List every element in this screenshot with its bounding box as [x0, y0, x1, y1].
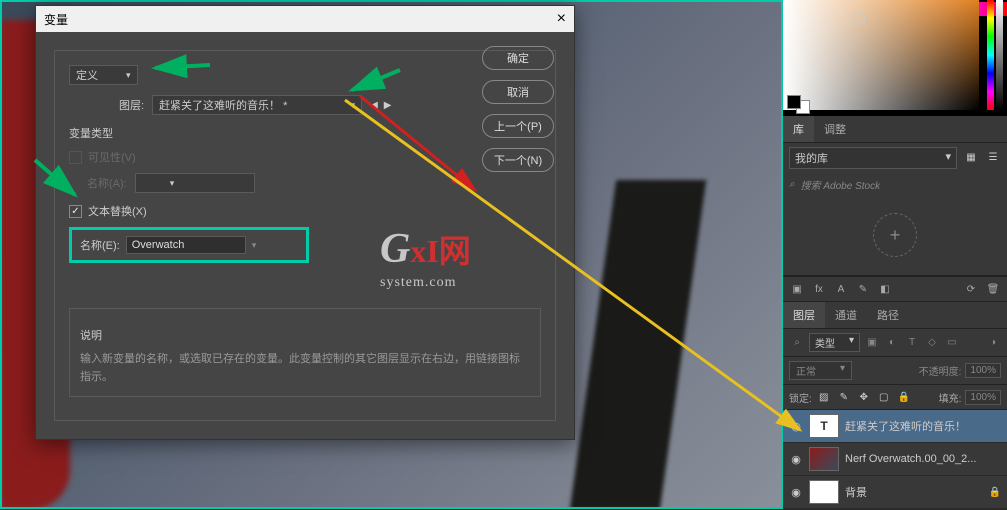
chevron-down-icon: ▾	[351, 100, 356, 111]
dialog-titlebar: 变量 ×	[36, 6, 574, 32]
name-e-label: 名称(E):	[80, 237, 120, 253]
filter-adjust-icon[interactable]: ◐	[884, 335, 900, 351]
layer-name: Nerf Overwatch.00_00_2...	[845, 453, 976, 465]
search-placeholder[interactable]: 搜索 Adobe Stock	[801, 177, 880, 192]
layer-item-text[interactable]: ◉ T 赶紧关了这难听的音乐！	[783, 410, 1007, 443]
chevron-down-icon: ▾	[945, 150, 951, 166]
opacity-value[interactable]: 100%	[965, 363, 1001, 378]
tab-channels[interactable]: 通道	[825, 302, 867, 328]
hue-slider[interactable]	[987, 0, 994, 110]
chevron-down-icon: ▾	[126, 70, 131, 81]
tab-paths[interactable]: 路径	[867, 302, 909, 328]
layer-item-video[interactable]: ◉ Nerf Overwatch.00_00_2...	[783, 443, 1007, 476]
eye-icon[interactable]: ◉	[789, 420, 803, 433]
filter-kind-dropdown[interactable]: 类型▾	[809, 333, 860, 352]
chevron-down-icon[interactable]: ▾	[252, 240, 257, 251]
fill-label: 填充:	[939, 390, 962, 405]
text-style-icon[interactable]: A	[833, 281, 849, 297]
lock-all-icon[interactable]: 🔒	[896, 389, 912, 405]
lock-artboard-icon[interactable]: ▢	[876, 389, 892, 405]
description-title: 说明	[80, 327, 530, 343]
right-panel: 库 调整 我的库 ▾ ▦ ☰ ⌕ 搜索 Adobe Stock + ▣ fx A…	[783, 0, 1007, 509]
lock-position-icon[interactable]: ✥	[856, 389, 872, 405]
color-sample-ring[interactable]	[853, 12, 865, 24]
layer-name: 背景	[845, 484, 867, 500]
filter-image-icon[interactable]: ▣	[864, 335, 880, 351]
define-label: 定义	[76, 67, 98, 83]
prev-arrow-icon[interactable]: ◀	[370, 100, 378, 111]
brush-icon[interactable]: ✎	[855, 281, 871, 297]
variable-type-label: 变量类型	[69, 125, 541, 141]
image-icon[interactable]: ▣	[789, 281, 805, 297]
filter-smart-icon[interactable]: ▭	[944, 335, 960, 351]
lock-icon: 🔒	[989, 487, 1001, 498]
tab-adjustments[interactable]: 调整	[814, 116, 856, 142]
visibility-checkbox[interactable]: 可见性(V)	[69, 149, 541, 165]
filter-toggle-icon[interactable]: ◑	[985, 335, 1001, 351]
layer-thumb-text: T	[809, 414, 839, 438]
prev-button[interactable]: 上一个(P)	[482, 114, 554, 138]
layer-thumb-image	[809, 447, 839, 471]
ok-button[interactable]: 确定	[482, 46, 554, 70]
tab-library[interactable]: 库	[783, 116, 814, 142]
name-a-dropdown: ▾	[135, 173, 255, 193]
value-slider[interactable]	[996, 0, 1003, 110]
layer-item-background[interactable]: ◉ 背景 🔒	[783, 476, 1007, 509]
trash-icon[interactable]: 🗑	[985, 281, 1001, 297]
layer-name: 赶紧关了这难听的音乐！	[845, 418, 966, 434]
eye-icon[interactable]: ◉	[789, 486, 803, 499]
lock-label: 锁定:	[789, 390, 812, 405]
search-icon: ⌕	[789, 179, 795, 190]
lock-transparent-icon[interactable]: ▨	[816, 389, 832, 405]
name-a-label: 名称(A):	[87, 175, 127, 191]
grid-view-icon[interactable]: ▦	[963, 150, 979, 166]
text-replace-label: 文本替换(X)	[88, 203, 147, 219]
name-e-highlight: 名称(E): ▾	[69, 227, 309, 263]
add-library-item[interactable]: +	[873, 213, 917, 257]
tab-layers[interactable]: 图层	[783, 302, 825, 328]
blend-mode-dropdown[interactable]: 正常▾	[789, 361, 852, 380]
eye-icon[interactable]: ◉	[789, 453, 803, 466]
lock-pixel-icon[interactable]: ✎	[836, 389, 852, 405]
checkbox-icon	[69, 151, 82, 164]
color-picker-panel[interactable]	[783, 0, 1007, 116]
text-replace-checkbox[interactable]: ✓ 文本替换(X)	[69, 203, 541, 219]
opacity-label: 不透明度:	[919, 363, 962, 378]
close-icon[interactable]: ×	[557, 10, 566, 28]
layer-value: 赶紧关了这难听的音乐！ *	[159, 97, 287, 113]
next-arrow-icon[interactable]: ▶	[384, 100, 392, 111]
dialog-title: 变量	[44, 11, 68, 28]
fg-bg-swatch[interactable]	[787, 95, 810, 114]
swatch-icon[interactable]: ◧	[877, 281, 893, 297]
filter-shape-icon[interactable]: ◇	[924, 335, 940, 351]
description-box: 说明 输入新变量的名称，或选取已存在的变量。此变量控制的其它图层显示在右边，用链…	[69, 308, 541, 397]
define-dropdown[interactable]: 定义 ▾	[69, 65, 138, 85]
layer-label: 图层:	[119, 97, 144, 113]
library-content: +	[783, 196, 1007, 276]
fill-value[interactable]: 100%	[965, 390, 1001, 405]
layer-thumb-bg	[809, 480, 839, 504]
visibility-label: 可见性(V)	[88, 149, 136, 165]
description-text: 输入新变量的名称，或选取已存在的变量。此变量控制的其它图层显示在右边，用链接图标…	[80, 351, 530, 386]
checkbox-checked-icon: ✓	[69, 205, 82, 218]
fx-icon[interactable]: fx	[811, 281, 827, 297]
sync-icon[interactable]: ⟳	[963, 281, 979, 297]
list-view-icon[interactable]: ☰	[985, 150, 1001, 166]
search-icon[interactable]: ⌕	[789, 335, 805, 351]
cancel-button[interactable]: 取消	[482, 80, 554, 104]
variables-dialog: 变量 × 定义 ▾ 图层: 赶紧关了这难听的音乐！ * ▾ ◀ ▶	[35, 5, 575, 440]
library-dropdown[interactable]: 我的库 ▾	[789, 147, 957, 169]
next-button[interactable]: 下一个(N)	[482, 148, 554, 172]
mylib-label: 我的库	[795, 150, 828, 166]
chevron-down-icon: ▾	[170, 178, 175, 189]
library-action-row: ▣ fx A ✎ ◧ ⟳ 🗑	[783, 276, 1007, 302]
layer-dropdown[interactable]: 赶紧关了这难听的音乐！ * ▾	[152, 95, 362, 115]
filter-text-icon[interactable]: T	[904, 335, 920, 351]
name-e-input[interactable]	[126, 236, 246, 254]
